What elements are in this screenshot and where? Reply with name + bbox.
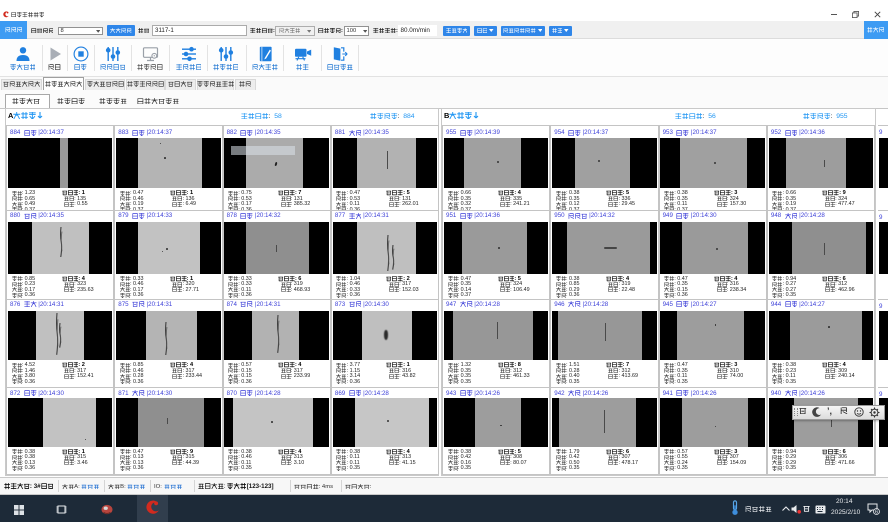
svg-text:6: 6 [875,510,878,515]
